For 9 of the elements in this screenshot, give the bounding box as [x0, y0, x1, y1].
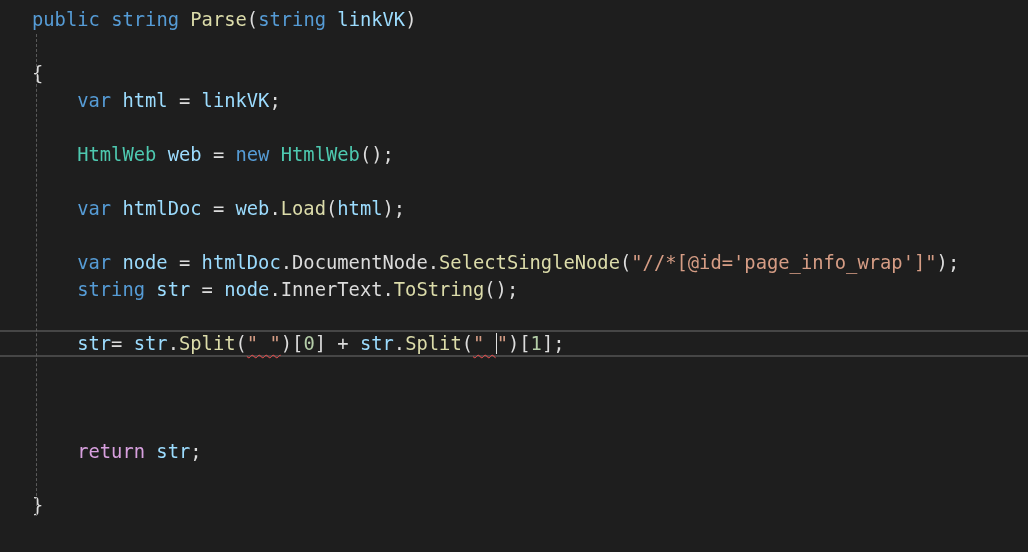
code-line: str= str.Split(" ")[0] + str.Split(" ")[1];: [0, 330, 1028, 357]
code-line: var node = htmlDoc.DocumentNode.SelectSingleNode("//*[@id='page_info_wrap']");: [76, 251, 961, 276]
code-line: HtmlWeb web = new HtmlWeb();: [76, 143, 395, 167]
code-line: public string Parse(string linkVK): [31, 8, 418, 32]
code-line: return str;: [76, 440, 203, 464]
code-line: var htmlDoc = web.Load(html);: [76, 197, 407, 221]
code-line: string str = node.InnerText.ToString();: [76, 278, 520, 302]
code-line: {: [31, 62, 45, 86]
code-line: var html = linkVK;: [76, 89, 282, 113]
